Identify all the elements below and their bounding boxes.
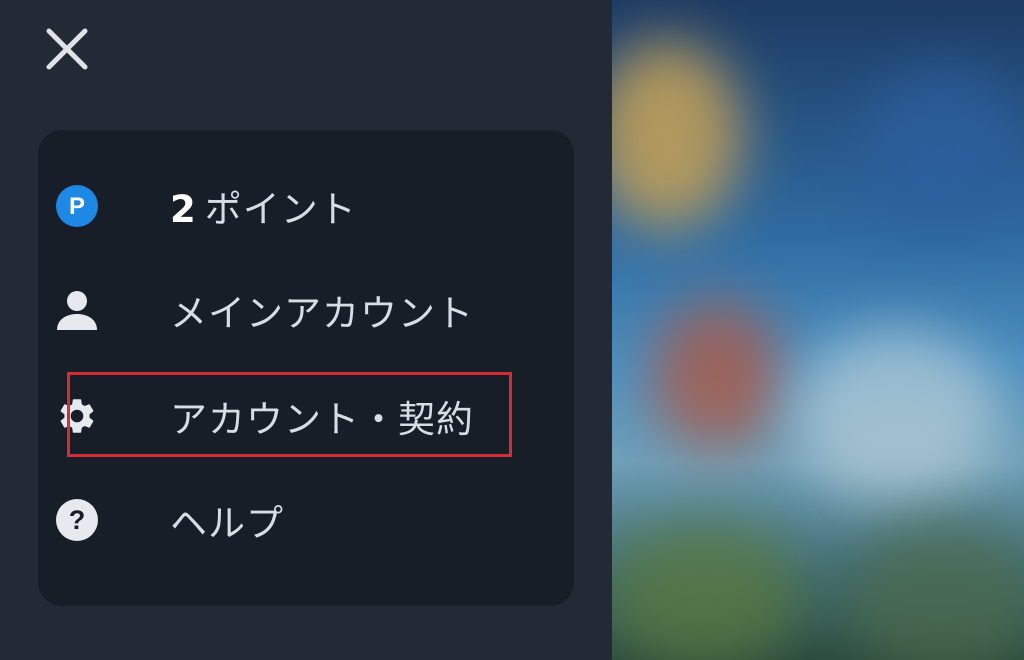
points-icon: P	[50, 179, 104, 233]
menu-item-points[interactable]: P 2 ポイント	[28, 166, 508, 246]
menu-item-help[interactable]: ? ヘルプ	[28, 480, 508, 560]
points-value: 2	[170, 188, 197, 231]
screen: P 2 ポイント メインアカウント アカウント・契約 ? ヘルプ	[0, 0, 1024, 660]
svg-text:P: P	[69, 193, 85, 220]
menu-item-label: 2 ポイント	[170, 179, 357, 233]
svg-text:?: ?	[69, 505, 86, 535]
user-icon	[50, 283, 104, 337]
menu-item-main-account[interactable]: メインアカウント	[28, 270, 508, 350]
highlight-box	[67, 372, 512, 457]
close-button[interactable]	[40, 24, 92, 76]
close-icon	[46, 28, 88, 70]
help-icon: ?	[50, 493, 104, 547]
menu-item-label: メインアカウント	[170, 292, 474, 335]
menu-item-label: ヘルプ	[170, 502, 284, 545]
points-label: ポイント	[204, 188, 357, 231]
background-artwork	[612, 0, 1024, 660]
navigation-drawer: P 2 ポイント メインアカウント アカウント・契約 ? ヘルプ	[0, 0, 612, 660]
